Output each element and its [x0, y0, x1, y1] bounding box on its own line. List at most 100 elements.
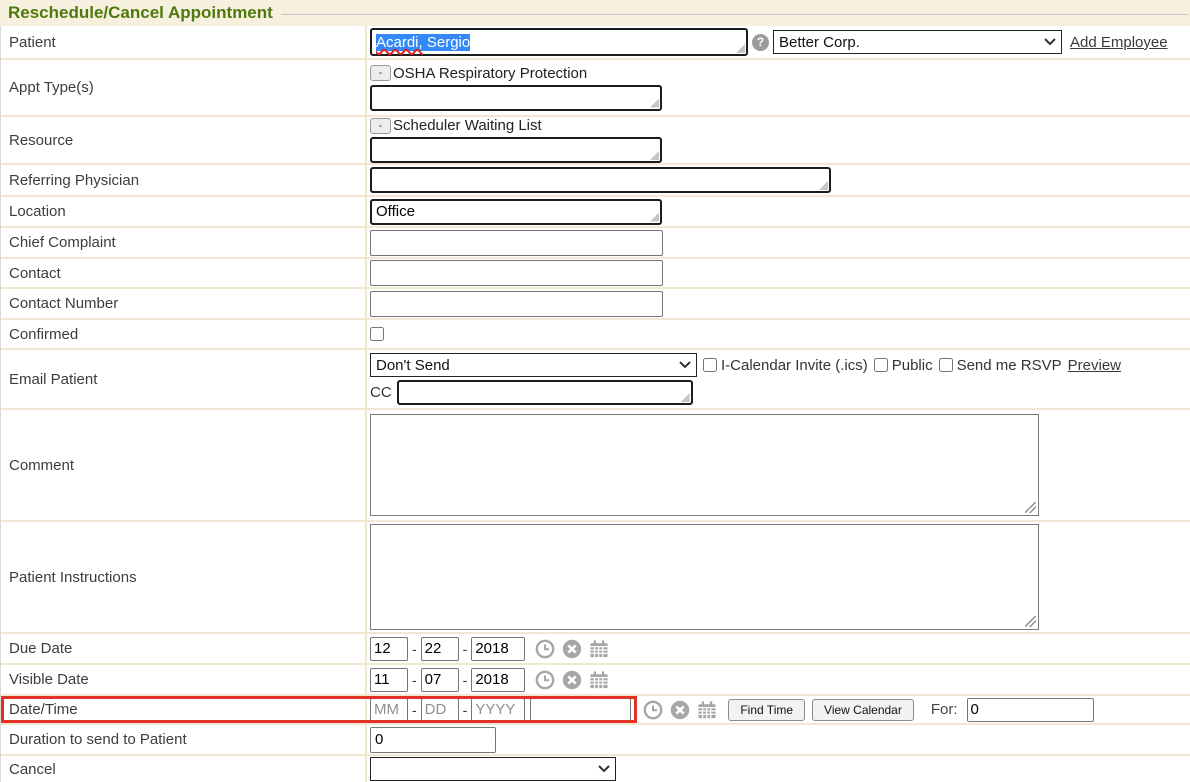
row-resource: Resource - Scheduler Waiting List	[1, 117, 1190, 165]
page-title: Reschedule/Cancel Appointment	[8, 3, 273, 23]
email-send-select[interactable]: Don't Send	[370, 353, 697, 377]
appt-types-label: Appt Type(s)	[1, 60, 367, 115]
preview-link[interactable]: Preview	[1068, 357, 1121, 374]
for-input[interactable]	[967, 698, 1094, 722]
email-patient-label: Email Patient	[1, 350, 367, 408]
confirmed-label: Confirmed	[1, 320, 367, 348]
cancel-select-wrap	[370, 757, 616, 781]
appt-type-input[interactable]	[372, 87, 660, 109]
datetime-time-input[interactable]	[530, 698, 631, 722]
calendar-icon[interactable]	[697, 700, 717, 720]
date-separator: -	[412, 702, 417, 718]
row-cancel: Cancel	[1, 756, 1190, 782]
visible-date-label: Visible Date	[1, 665, 367, 694]
company-select-wrap: Better Corp.	[773, 30, 1062, 54]
email-send-select-wrap: Don't Send	[370, 353, 697, 377]
duration-label: Duration to send to Patient	[1, 725, 367, 754]
referring-physician-input-wrap	[370, 167, 831, 193]
patient-instructions-textarea-wrap	[370, 524, 1039, 630]
public-checkbox[interactable]	[874, 358, 888, 372]
resource-input[interactable]	[372, 139, 660, 161]
due-date-month-input[interactable]	[370, 637, 408, 661]
rsvp-label: Send me RSVP	[957, 357, 1062, 374]
row-appt-types: Appt Type(s) - OSHA Respiratory Protecti…	[1, 60, 1190, 117]
location-label: Location	[1, 197, 367, 226]
contact-number-label: Contact Number	[1, 289, 367, 318]
view-calendar-button[interactable]: View Calendar	[812, 699, 914, 721]
duration-input[interactable]	[370, 727, 496, 753]
clear-icon[interactable]	[562, 670, 582, 690]
date-time-label: Date/Time	[1, 696, 367, 723]
contact-input[interactable]	[370, 260, 663, 286]
datetime-year-input[interactable]	[471, 698, 525, 722]
cc-input-wrap	[397, 380, 693, 405]
cancel-select[interactable]	[370, 757, 616, 781]
clock-icon[interactable]	[535, 670, 555, 690]
collapse-button[interactable]: -	[370, 65, 391, 81]
resource-selected: Scheduler Waiting List	[393, 117, 542, 134]
public-label: Public	[892, 357, 933, 374]
patient-label: Patient	[1, 26, 367, 58]
datetime-day-input[interactable]	[421, 698, 459, 722]
row-visible-date: Visible Date - -	[1, 665, 1190, 696]
ics-checkbox[interactable]	[703, 358, 717, 372]
cc-input[interactable]	[399, 382, 691, 403]
ics-label: I-Calendar Invite (.ics)	[721, 357, 868, 374]
row-due-date: Due Date - -	[1, 634, 1190, 665]
patient-instructions-textarea[interactable]	[371, 525, 1038, 629]
location-input-wrap	[370, 199, 662, 225]
location-input[interactable]	[372, 201, 660, 223]
row-referring-physician: Referring Physician	[1, 165, 1190, 197]
row-duration: Duration to send to Patient	[1, 725, 1190, 756]
row-contact-number: Contact Number	[1, 289, 1190, 320]
find-time-button[interactable]: Find Time	[728, 699, 805, 721]
due-date-year-input[interactable]	[471, 637, 525, 661]
date-separator: -	[412, 672, 417, 688]
resource-input-wrap	[370, 137, 662, 163]
add-employee-link[interactable]: Add Employee	[1070, 34, 1168, 51]
cancel-label: Cancel	[1, 756, 367, 782]
contact-label: Contact	[1, 259, 367, 287]
resize-grip[interactable]	[736, 44, 745, 53]
patient-instructions-label: Patient Instructions	[1, 522, 367, 632]
row-patient-instructions: Patient Instructions	[1, 522, 1190, 634]
clock-icon[interactable]	[643, 700, 663, 720]
company-select[interactable]: Better Corp.	[773, 30, 1062, 54]
visible-date-year-input[interactable]	[471, 668, 525, 692]
collapse-button[interactable]: -	[370, 118, 391, 134]
rsvp-checkbox[interactable]	[939, 358, 953, 372]
help-icon[interactable]: ?	[752, 34, 769, 51]
comment-label: Comment	[1, 410, 367, 520]
clear-icon[interactable]	[670, 700, 690, 720]
patient-input[interactable]: Acardi, Sergio	[370, 28, 748, 56]
comment-textarea-wrap	[370, 414, 1039, 516]
appt-type-input-wrap	[370, 85, 662, 111]
visible-date-month-input[interactable]	[370, 668, 408, 692]
clear-icon[interactable]	[562, 639, 582, 659]
calendar-icon[interactable]	[589, 639, 609, 659]
cc-label: CC	[370, 384, 392, 401]
resource-label: Resource	[1, 117, 367, 163]
due-date-day-input[interactable]	[421, 637, 459, 661]
for-label: For:	[931, 701, 958, 718]
row-location: Location	[1, 197, 1190, 228]
appointment-form: Patient Acardi, Sergio ? Better Corp. Ad…	[0, 26, 1190, 782]
referring-physician-input[interactable]	[372, 169, 829, 191]
row-email-patient: Email Patient Don't Send I-Calendar Invi…	[1, 350, 1190, 410]
date-separator: -	[463, 641, 468, 657]
contact-number-input[interactable]	[370, 291, 663, 317]
comment-textarea[interactable]	[371, 415, 1038, 515]
visible-date-day-input[interactable]	[421, 668, 459, 692]
date-separator: -	[463, 702, 468, 718]
date-separator: -	[412, 641, 417, 657]
due-date-label: Due Date	[1, 634, 367, 663]
datetime-month-input[interactable]	[370, 698, 408, 722]
date-separator: -	[463, 672, 468, 688]
chief-complaint-label: Chief Complaint	[1, 228, 367, 257]
clock-icon[interactable]	[535, 639, 555, 659]
calendar-icon[interactable]	[589, 670, 609, 690]
row-contact: Contact	[1, 259, 1190, 289]
confirmed-checkbox[interactable]	[370, 327, 384, 341]
patient-value: Acardi, Sergio	[372, 34, 474, 51]
chief-complaint-input[interactable]	[370, 230, 663, 256]
